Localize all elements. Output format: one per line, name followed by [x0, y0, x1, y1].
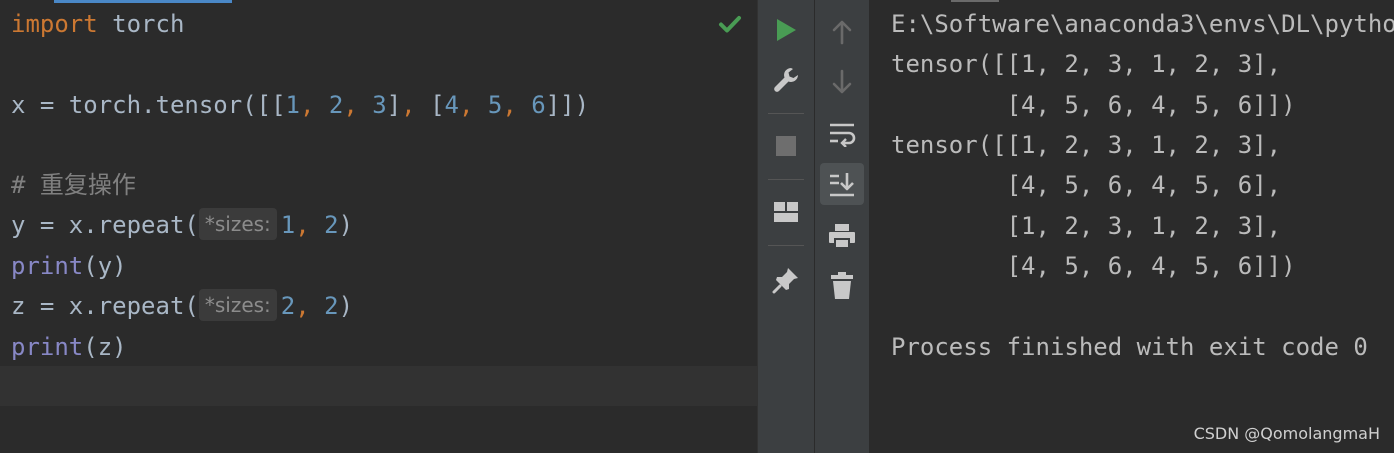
number-literal: 2: [280, 292, 296, 320]
trash-icon: [831, 272, 853, 299]
comma: ,: [295, 292, 310, 320]
code-text: ): [338, 211, 354, 239]
scroll-to-end-icon: [830, 173, 854, 197]
code-text: ): [338, 292, 354, 320]
code-text: [: [415, 91, 445, 119]
code-text: y = x.repeat(: [11, 211, 199, 239]
toolbar-separator: [768, 179, 804, 180]
console-line: tensor([[1, 2, 3, 1, 2, 3],: [891, 131, 1282, 159]
clear-all-button[interactable]: [822, 266, 862, 306]
layout-icon: [774, 202, 798, 222]
pin-tab-button[interactable]: [766, 260, 806, 300]
console-tab-indicator: [951, 0, 999, 2]
editor-tab-indicator: [54, 0, 232, 3]
toolbar-separator: [768, 113, 804, 114]
comma: ,: [295, 211, 310, 239]
soft-wrap-icon: [830, 123, 856, 147]
check-icon[interactable]: [718, 12, 742, 36]
console-line: [4, 5, 6, 4, 5, 6]]): [891, 91, 1296, 119]
stop-button[interactable]: [766, 126, 806, 166]
code-text: (z): [83, 333, 127, 361]
number-literal: 2: [324, 211, 339, 239]
code-line-9[interactable]: print(z): [11, 327, 127, 367]
arrow-up-icon: [832, 20, 852, 45]
comma: ,: [458, 91, 474, 119]
number-literal: 1: [280, 211, 296, 239]
watermark: CSDN @QomolangmaH: [1193, 424, 1380, 443]
console-line: [4, 5, 6, 4, 5, 6]]): [891, 252, 1296, 280]
code-line-8[interactable]: z = x.repeat(*sizes: 2, 2): [11, 286, 353, 326]
run-toolbar: [757, 0, 814, 453]
code-comment: # 重复操作: [11, 171, 136, 199]
code-text: torch: [97, 10, 185, 38]
scroll-to-end-button[interactable]: [820, 163, 864, 205]
toolbar-separator: [768, 245, 804, 246]
soft-wrap-button[interactable]: [822, 114, 862, 154]
code-line-5[interactable]: # 重复操作: [11, 165, 136, 205]
parameter-hint: *sizes:: [198, 208, 277, 240]
code-line-3[interactable]: x = torch.tensor([[1, 2, 3], [4, 5, 6]]): [11, 85, 589, 125]
settings-button[interactable]: [766, 60, 806, 100]
run-icon: [777, 19, 796, 41]
run-button[interactable]: [766, 10, 806, 50]
run-console[interactable]: E:\Software\anaconda3\envs\DL\python ten…: [869, 0, 1394, 453]
current-line-highlight: [0, 366, 757, 406]
stop-icon: [776, 136, 796, 156]
code-text: z = x.repeat(: [11, 292, 199, 320]
keyword-import: import: [11, 10, 98, 38]
builtin-print: print: [11, 252, 84, 280]
pin-icon: [772, 268, 798, 294]
number-literal: 2: [328, 91, 344, 119]
code-text: ]: [386, 91, 402, 119]
code-text: x = torch.tensor([[: [11, 91, 286, 119]
print-button[interactable]: [822, 216, 862, 256]
code-editor[interactable]: import torch x = torch.tensor([[1, 2, 3]…: [0, 0, 757, 453]
number-literal: 1: [285, 91, 300, 119]
print-icon: [829, 224, 855, 249]
console-line: tensor([[1, 2, 3, 1, 2, 3],: [891, 50, 1282, 78]
code-line-7[interactable]: print(y): [11, 246, 127, 286]
console-line: [4, 5, 6, 4, 5, 6],: [891, 171, 1282, 199]
comma: ,: [343, 91, 358, 119]
comma: ,: [401, 91, 416, 119]
comma: ,: [502, 91, 517, 119]
number-literal: 4: [444, 91, 459, 119]
console-toolbar: [814, 0, 869, 453]
layout-button[interactable]: [766, 192, 806, 232]
code-text: ]]): [545, 91, 590, 119]
code-text: (y): [83, 252, 127, 280]
number-literal: 5: [487, 91, 503, 119]
parameter-hint: *sizes:: [198, 289, 277, 321]
arrow-down-icon: [832, 69, 852, 94]
comma: ,: [300, 91, 315, 119]
number-literal: 3: [372, 91, 387, 119]
console-line: [1, 2, 3, 1, 2, 3],: [891, 212, 1282, 240]
previous-occurrence-button[interactable]: [822, 12, 862, 52]
code-line-1[interactable]: import torch: [11, 4, 184, 44]
number-literal: 6: [531, 91, 546, 119]
next-occurrence-button[interactable]: [822, 62, 862, 102]
console-line: E:\Software\anaconda3\envs\DL\python: [891, 10, 1394, 38]
builtin-print: print: [11, 333, 84, 361]
process-finished-message: Process finished with exit code 0: [891, 333, 1368, 361]
wrench-icon: [774, 68, 798, 92]
code-line-6[interactable]: y = x.repeat(*sizes: 1, 2): [11, 205, 353, 245]
number-literal: 2: [324, 292, 339, 320]
